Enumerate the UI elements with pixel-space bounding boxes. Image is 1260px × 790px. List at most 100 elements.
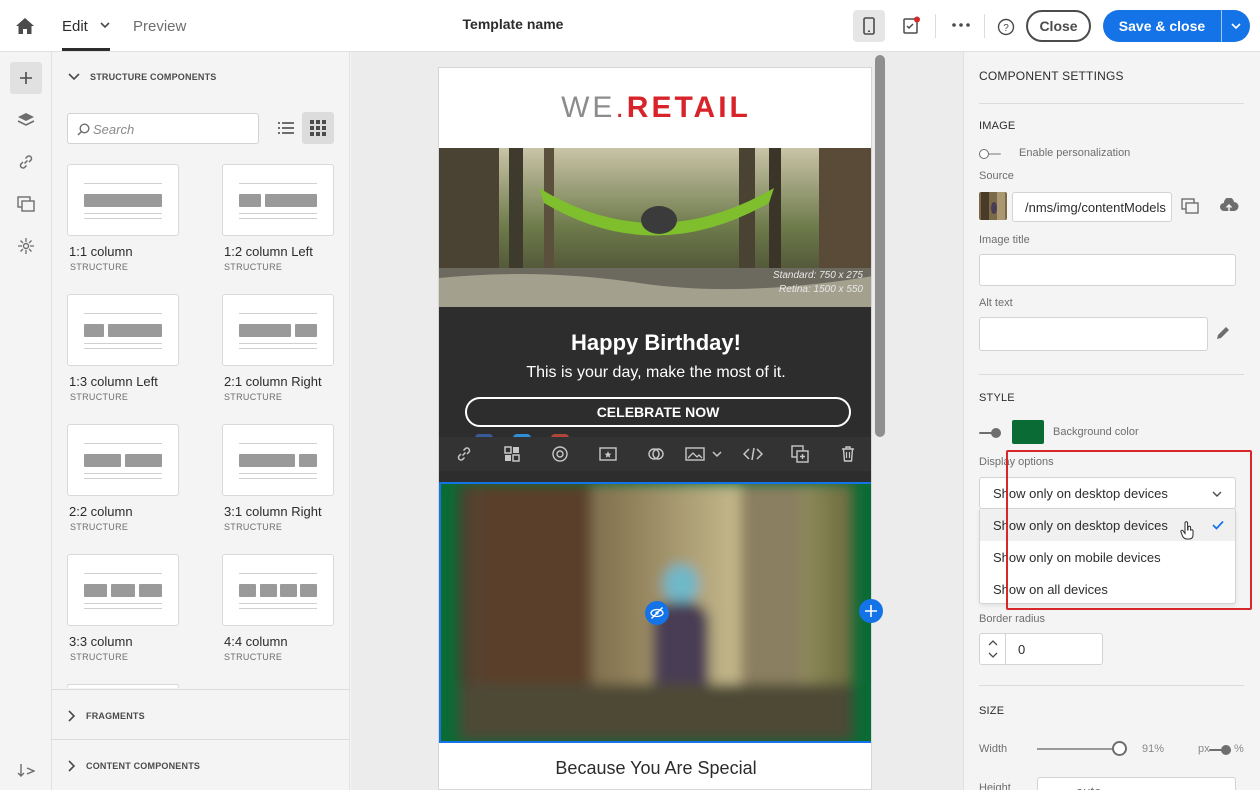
- selected-image-component[interactable]: [439, 482, 871, 743]
- structure-card-2-1-right[interactable]: [222, 294, 334, 366]
- grid-view-icon[interactable]: [302, 112, 334, 144]
- border-radius-value: 0: [1018, 642, 1026, 657]
- trash-icon[interactable]: [839, 445, 857, 463]
- chevron-right-icon: [68, 760, 76, 772]
- structure-components-header[interactable]: STRUCTURE COMPONENTS: [68, 72, 217, 82]
- layout-icon[interactable]: [503, 445, 521, 463]
- email-preview: WE. RETAIL Standard: 750 x 275 Retina: 1…: [438, 67, 872, 790]
- source-input[interactable]: /nms/img/contentModels: [1012, 192, 1172, 222]
- logo-dot: .: [615, 91, 627, 124]
- structure-card-3-3[interactable]: [67, 554, 179, 626]
- left-rail: [0, 52, 52, 790]
- assets-icon[interactable]: [10, 188, 42, 220]
- checklist-icon[interactable]: [900, 14, 922, 36]
- chevron-down-icon[interactable]: [98, 16, 112, 34]
- save-close-button[interactable]: Save & close: [1103, 10, 1250, 42]
- card-subtitle: STRUCTURE: [224, 262, 283, 272]
- chevron-down-icon[interactable]: [988, 652, 998, 658]
- duplicate-icon[interactable]: [791, 445, 809, 463]
- asset-picker-icon[interactable]: [1181, 198, 1201, 216]
- brand-logo[interactable]: WE. RETAIL: [439, 68, 871, 148]
- canvas-scrollbar[interactable]: [875, 55, 885, 437]
- structure-card-1-1[interactable]: [67, 164, 179, 236]
- fragments-section[interactable]: FRAGMENTS: [52, 689, 349, 739]
- structure-card-partial: [67, 684, 179, 688]
- birthday-subline[interactable]: This is your day, make the most of it.: [439, 364, 871, 382]
- card-subtitle: STRUCTURE: [70, 522, 129, 532]
- stepper-buttons[interactable]: [980, 634, 1006, 664]
- logo-we: WE: [561, 91, 616, 124]
- structure-card-4-4[interactable]: [222, 554, 334, 626]
- tab-edit-label: Edit: [62, 17, 88, 35]
- chevron-up-icon[interactable]: [988, 640, 998, 646]
- email-canvas: WE. RETAIL Standard: 750 x 275 Retina: 1…: [351, 52, 963, 790]
- image-title-input[interactable]: [979, 254, 1236, 286]
- layers-settings-icon[interactable]: [10, 754, 42, 786]
- card-title: 2:1 column Right: [224, 374, 322, 389]
- link-icon[interactable]: [455, 445, 473, 463]
- structure-card-1-2-left[interactable]: [222, 164, 334, 236]
- tab-edit[interactable]: Edit: [62, 14, 88, 38]
- section-title[interactable]: Because You Are Special: [439, 758, 871, 779]
- hero-caption-line-1: Standard: 750 x 275: [772, 270, 863, 281]
- birthday-headline[interactable]: Happy Birthday!: [439, 330, 871, 356]
- search-input[interactable]: Search: [67, 113, 259, 144]
- structure-card-1-3-left[interactable]: [67, 294, 179, 366]
- layers-icon[interactable]: [10, 104, 42, 136]
- edit-pencil-icon[interactable]: [1215, 325, 1235, 343]
- chevron-right-icon: [68, 710, 76, 722]
- width-value: 91%: [1142, 743, 1165, 755]
- background-color-toggle[interactable]: [979, 428, 1001, 438]
- card-subtitle: STRUCTURE: [224, 522, 283, 532]
- height-input[interactable]: auto: [1037, 777, 1236, 790]
- close-button-label: Close: [1039, 18, 1078, 34]
- chevron-down-icon[interactable]: [711, 445, 723, 463]
- unit-percent-label: %: [1234, 743, 1244, 755]
- settings-title: COMPONENT SETTINGS: [979, 69, 1124, 83]
- border-radius-stepper[interactable]: 0: [979, 633, 1103, 665]
- unit-toggle[interactable]: [1209, 745, 1231, 755]
- help-icon[interactable]: ?: [995, 16, 1017, 38]
- home-icon[interactable]: [12, 14, 38, 38]
- structure-card-2-2[interactable]: [67, 424, 179, 496]
- logo-retail: RETAIL: [626, 91, 751, 124]
- content-components-section[interactable]: CONTENT COMPONENTS: [52, 739, 349, 789]
- code-icon[interactable]: [743, 445, 763, 463]
- mobile-view-button[interactable]: [853, 10, 885, 42]
- hero-caption-line-2: Retina: 1500 x 550: [779, 284, 863, 295]
- upload-cloud-icon[interactable]: [1219, 197, 1241, 216]
- source-thumbnail[interactable]: [979, 192, 1007, 220]
- tab-preview-label: Preview: [133, 17, 187, 35]
- celebrate-now-button[interactable]: CELEBRATE NOW: [465, 397, 851, 427]
- save-options-chevron-icon[interactable]: [1222, 10, 1250, 42]
- resize-handle-icon[interactable]: [859, 599, 883, 623]
- width-slider-handle[interactable]: [1111, 741, 1127, 756]
- alt-text-input[interactable]: [979, 317, 1208, 351]
- hidden-on-mobile-icon[interactable]: [645, 601, 669, 625]
- add-components-icon[interactable]: [10, 62, 42, 94]
- personalize-icon[interactable]: [551, 445, 569, 463]
- background-color-swatch[interactable]: [1012, 420, 1044, 444]
- structure-card-3-1-right[interactable]: [222, 424, 334, 496]
- chevron-down-icon: [68, 73, 80, 81]
- image-icon[interactable]: [685, 445, 705, 463]
- image-section-header: IMAGE: [979, 120, 1016, 132]
- tab-preview[interactable]: Preview: [133, 14, 186, 38]
- image-title-label: Image title: [979, 234, 1030, 246]
- close-button[interactable]: Close: [1026, 10, 1091, 42]
- card-title: 3:3 column: [69, 634, 133, 649]
- link-icon[interactable]: [10, 146, 42, 178]
- card-title: 1:1 column: [69, 244, 133, 259]
- unit-px-label: px: [1198, 743, 1210, 755]
- border-radius-label: Border radius: [979, 613, 1046, 625]
- display-options-highlight: [1006, 450, 1252, 610]
- mobile-device-icon: [863, 17, 875, 35]
- hero-image[interactable]: Standard: 750 x 275 Retina: 1500 x 550: [439, 148, 871, 307]
- list-view-icon[interactable]: [274, 116, 298, 140]
- creative-cloud-icon[interactable]: [647, 445, 665, 463]
- alt-text-label: Alt text: [979, 297, 1013, 309]
- enable-personalization-toggle[interactable]: [979, 149, 1001, 159]
- personalization-icon[interactable]: [10, 230, 42, 262]
- more-options-icon[interactable]: [950, 14, 972, 36]
- star-frame-icon[interactable]: [599, 445, 617, 463]
